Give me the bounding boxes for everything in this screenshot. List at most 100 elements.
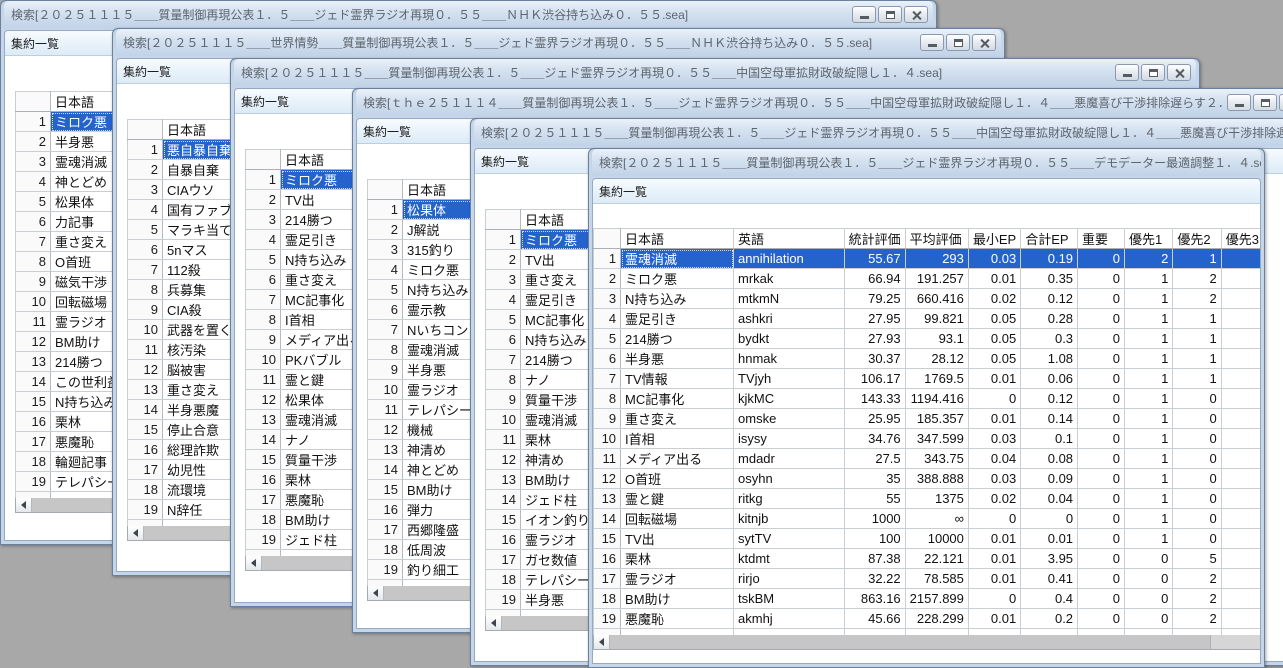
grid-cell[interactable]: 1 <box>1124 409 1172 429</box>
grid-cell[interactable]: 5 <box>1173 549 1221 569</box>
row-number-cell[interactable]: 11 <box>368 400 403 420</box>
grid-cell[interactable]: 0.02 <box>968 289 1020 309</box>
grid-cell[interactable]: 0 <box>1124 589 1172 609</box>
grid-cell[interactable]: 0 <box>1173 389 1221 409</box>
grid-cell[interactable]: kitnjb <box>734 509 845 529</box>
grid-cell[interactable]: 0.41 <box>1021 569 1078 589</box>
grid-cell[interactable]: 185.357 <box>905 409 968 429</box>
row-number-cell[interactable]: 4 <box>246 230 281 250</box>
grid-cell[interactable]: 0.01 <box>968 529 1020 549</box>
grid-cell[interactable]: 0 <box>1078 569 1125 589</box>
row-number-cell[interactable]: 19 <box>246 530 281 550</box>
grid-cell[interactable]: 22.121 <box>905 549 968 569</box>
row-number-cell[interactable]: 14 <box>594 509 621 529</box>
grid-cell[interactable]: 1 <box>1173 349 1221 369</box>
restore-button[interactable] <box>878 6 902 23</box>
grid-cell[interactable]: hnmak <box>734 349 845 369</box>
row-number-cell[interactable]: 2 <box>594 269 621 289</box>
grid-cell[interactable]: TVjyh <box>734 369 845 389</box>
grid-cell[interactable]: 1 <box>1124 369 1172 389</box>
row-number-cell[interactable]: 6 <box>368 300 403 320</box>
grid-cell[interactable]: 0 <box>1078 289 1125 309</box>
grid-cell[interactable]: 1 <box>1124 449 1172 469</box>
row-number-cell[interactable]: 11 <box>486 430 521 450</box>
row-number-cell[interactable]: 5 <box>246 250 281 270</box>
grid-cell[interactable]: 0.01 <box>968 569 1020 589</box>
grid-cell[interactable]: 0.09 <box>1021 469 1078 489</box>
grid-cell[interactable]: 30.37 <box>844 349 905 369</box>
grid-cell[interactable]: 1.08 <box>1021 349 1078 369</box>
row-number-cell[interactable]: 12 <box>368 420 403 440</box>
grid-cell[interactable]: 78.585 <box>905 569 968 589</box>
grid-cell[interactable]: 214勝つ <box>621 329 734 349</box>
grid-cell[interactable]: 25.95 <box>844 409 905 429</box>
grid-cell[interactable]: mtkmN <box>734 289 845 309</box>
column-header[interactable]: 英語 <box>734 229 845 249</box>
grid-cell[interactable]: 0.05 <box>968 349 1020 369</box>
row-number-cell[interactable]: 4 <box>128 200 163 220</box>
grid-cell[interactable]: 228.299 <box>905 609 968 629</box>
grid-cell[interactable]: 0.03 <box>968 249 1020 269</box>
grid-cell[interactable]: 0 <box>968 589 1020 609</box>
grid-corner-cell[interactable] <box>368 180 403 200</box>
grid-cell[interactable]: 3.95 <box>1021 549 1078 569</box>
grid-cell[interactable]: 0 <box>1078 309 1125 329</box>
row-number-cell[interactable]: 6 <box>486 330 521 350</box>
column-header[interactable]: 重要 <box>1078 229 1125 249</box>
grid-cell[interactable]: akmhj <box>734 609 845 629</box>
grid-cell[interactable]: 栗林 <box>621 549 734 569</box>
grid-cell[interactable]: 0 <box>1078 409 1125 429</box>
scrollbar-thumb[interactable] <box>610 635 1211 649</box>
row-number-cell[interactable]: 1 <box>368 200 403 220</box>
grid-cell[interactable]: 55 <box>844 489 905 509</box>
grid-cell[interactable]: 93.1 <box>905 329 968 349</box>
close-button[interactable] <box>972 34 996 51</box>
grid-cell[interactable]: rirjo <box>734 569 845 589</box>
row-number-cell[interactable]: 5 <box>486 310 521 330</box>
column-header[interactable]: 優先3 <box>1221 229 1261 249</box>
grid-cell[interactable]: 100 <box>844 529 905 549</box>
horizontal-scrollbar[interactable] <box>593 635 1261 650</box>
row-number-cell[interactable]: 17 <box>128 460 163 480</box>
grid-cell[interactable]: 1 <box>1124 329 1172 349</box>
grid-cell[interactable]: bydkt <box>734 329 845 349</box>
grid-cell[interactable] <box>1221 469 1261 489</box>
grid-cell[interactable]: メディア出る <box>621 449 734 469</box>
grid-cell[interactable]: sytTV <box>734 529 845 549</box>
grid-cell[interactable]: BM助け <box>621 589 734 609</box>
grid-cell[interactable]: ashkri <box>734 309 845 329</box>
grid-cell[interactable]: ktdmt <box>734 549 845 569</box>
grid-cell[interactable]: 343.75 <box>905 449 968 469</box>
grid-cell[interactable]: 0.12 <box>1021 389 1078 409</box>
row-number-cell[interactable]: 3 <box>594 289 621 309</box>
grid-cell[interactable] <box>1221 329 1261 349</box>
grid-cell[interactable]: 0 <box>1124 609 1172 629</box>
grid-cell[interactable] <box>1221 409 1261 429</box>
row-number-cell[interactable]: 13 <box>486 470 521 490</box>
row-number-cell[interactable]: 19 <box>486 590 521 610</box>
grid-cell[interactable]: mdadr <box>734 449 845 469</box>
grid-cell[interactable] <box>1221 529 1261 549</box>
row-number-cell[interactable]: 15 <box>16 392 51 412</box>
grid-cell[interactable]: 0.05 <box>968 329 1020 349</box>
row-number-cell[interactable]: 13 <box>246 410 281 430</box>
grid-cell[interactable]: 半身悪 <box>621 349 734 369</box>
grid-cell[interactable]: 0 <box>1173 529 1221 549</box>
grid-cell[interactable]: osyhn <box>734 469 845 489</box>
row-number-cell[interactable]: 1 <box>594 249 621 269</box>
grid-cell[interactable]: omske <box>734 409 845 429</box>
grid-cell[interactable]: 191.257 <box>905 269 968 289</box>
grid-cell[interactable]: 1 <box>1124 509 1172 529</box>
row-number-cell[interactable]: 9 <box>16 272 51 292</box>
grid-cell[interactable]: kjkMC <box>734 389 845 409</box>
grid-corner-cell[interactable] <box>594 229 621 249</box>
grid-cell[interactable]: 2 <box>1124 249 1172 269</box>
row-number-cell[interactable]: 9 <box>246 330 281 350</box>
row-number-cell[interactable]: 7 <box>16 232 51 252</box>
scroll-left-button[interactable] <box>368 586 384 600</box>
row-number-cell[interactable]: 18 <box>16 452 51 472</box>
row-number-cell[interactable]: 4 <box>368 260 403 280</box>
row-number-cell[interactable]: 14 <box>368 460 403 480</box>
row-number-cell[interactable]: 14 <box>16 372 51 392</box>
grid-cell[interactable]: 1 <box>1124 269 1172 289</box>
